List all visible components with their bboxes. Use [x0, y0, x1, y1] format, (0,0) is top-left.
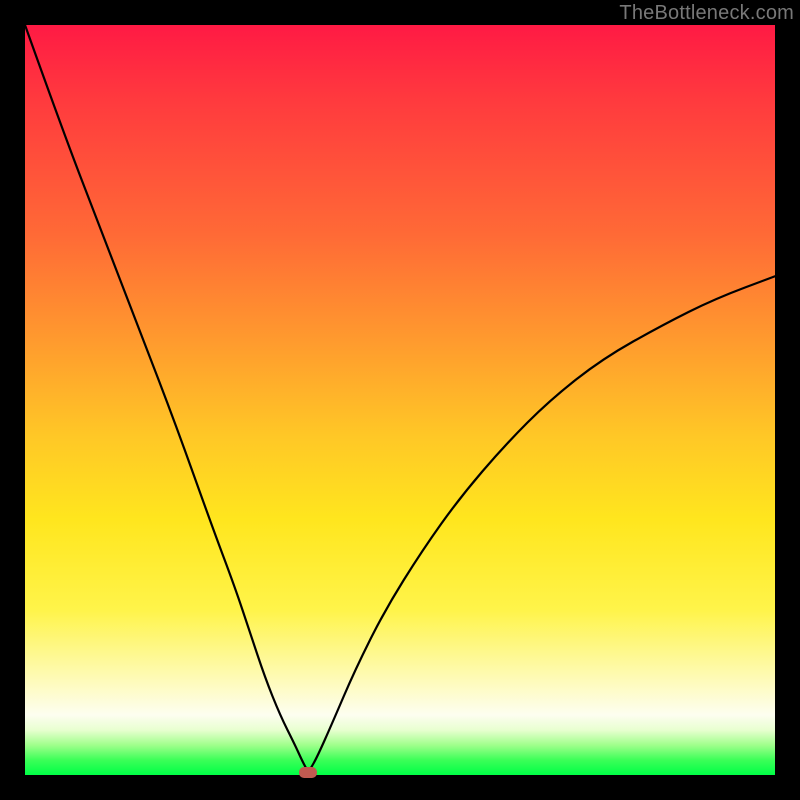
minimum-marker — [299, 767, 317, 778]
bottleneck-curve — [25, 25, 775, 775]
chart-frame: TheBottleneck.com — [0, 0, 800, 800]
watermark-text: TheBottleneck.com — [619, 2, 794, 25]
